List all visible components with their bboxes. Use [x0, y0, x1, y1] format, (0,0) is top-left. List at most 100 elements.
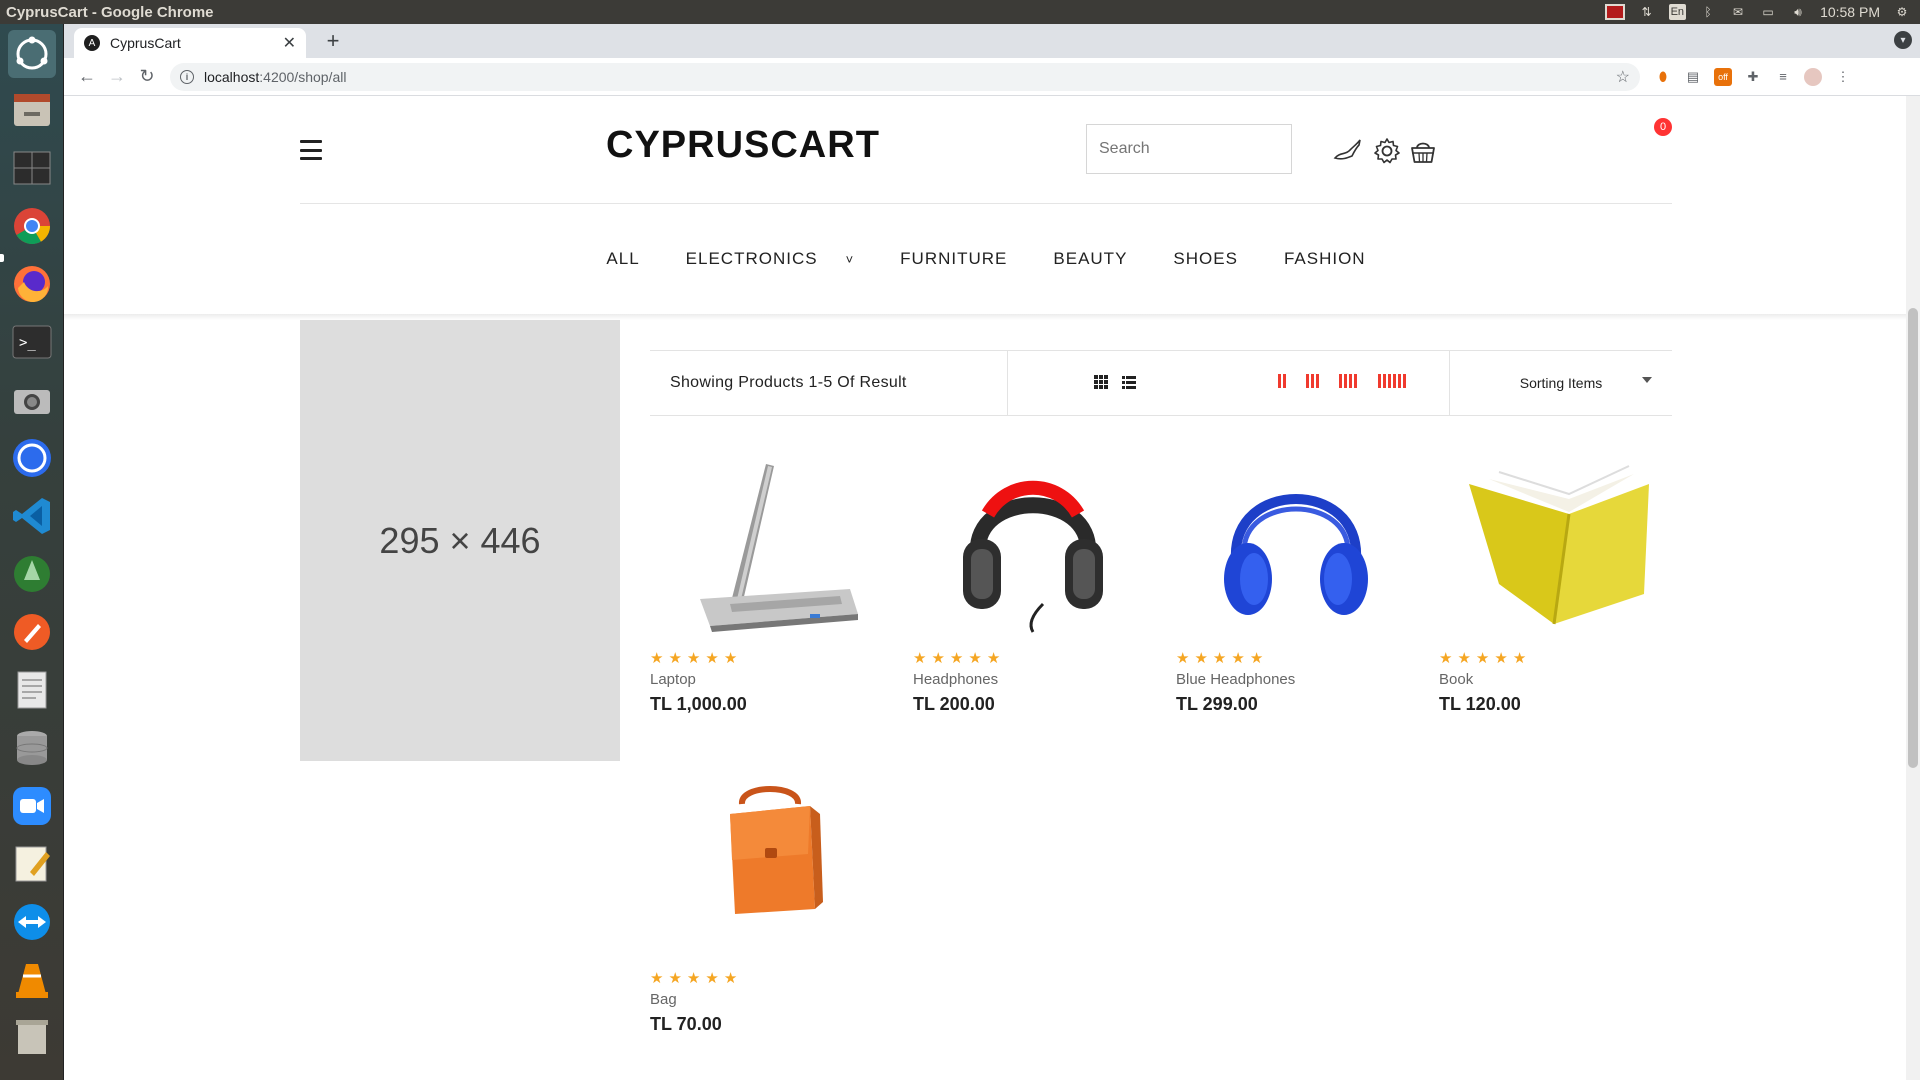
keyboard-layout-indicator[interactable]: En	[1668, 4, 1687, 20]
terminal-app-icon[interactable]: >_	[8, 318, 56, 366]
list-view-icon[interactable]	[1122, 375, 1136, 389]
product-image-blue-headphones[interactable]	[1176, 444, 1416, 644]
nav-label: BEAUTY	[1053, 249, 1128, 268]
dash-home-icon[interactable]	[8, 30, 56, 78]
product-price: TL 299.00	[1176, 694, 1258, 714]
extensions-puzzle-icon[interactable]: ✚	[1744, 68, 1762, 86]
shopping-basket-icon[interactable]	[1408, 136, 1438, 166]
browser-tab-active[interactable]: A CyprusCart ✕	[74, 28, 306, 58]
star-icon: ★	[668, 970, 682, 987]
product-image-headphones[interactable]	[913, 444, 1153, 644]
vlc-app-icon[interactable]	[8, 956, 56, 1004]
chrome-app-icon[interactable]	[8, 202, 56, 250]
extension-shield-icon[interactable]: ⬮	[1654, 68, 1672, 86]
product-name[interactable]: Bag	[650, 991, 890, 1008]
settings-gear-icon[interactable]	[1372, 136, 1402, 166]
product-card[interactable]: ★ ★ ★ ★ ★ Headphones TL 200.00	[913, 444, 1153, 715]
tab-search-icon[interactable]: ▾	[1894, 31, 1912, 49]
new-tab-button[interactable]: +	[320, 28, 346, 54]
teamviewer-app-icon[interactable]	[8, 898, 56, 946]
product-name[interactable]: Book	[1439, 671, 1679, 688]
os-top-panel: CyprusCart - Google Chrome ⇅ En ᛒ ✉ ▭ 🔊︎…	[0, 0, 1920, 24]
six-column-layout-icon[interactable]	[1378, 374, 1406, 388]
product-image-laptop[interactable]	[650, 444, 890, 644]
postman-app-icon[interactable]	[8, 608, 56, 656]
sidebar-banner-placeholder[interactable]: 295 × 446	[300, 320, 620, 761]
product-name[interactable]: Blue Headphones	[1176, 671, 1416, 688]
star-icon: ★	[949, 650, 964, 667]
star-icon: ★	[705, 970, 719, 987]
vscode-app-icon[interactable]	[8, 492, 56, 540]
two-column-layout-icon[interactable]	[1278, 374, 1286, 388]
address-bar[interactable]: i localhost:4200/shop/all ☆	[170, 62, 1640, 91]
star-icon: ★	[723, 650, 738, 667]
three-column-layout-icon[interactable]	[1306, 374, 1319, 388]
bookmark-star-icon[interactable]: ☆	[1616, 67, 1630, 87]
four-column-layout-icon[interactable]	[1339, 374, 1357, 388]
nav-label: ALL	[606, 249, 640, 268]
sort-dropdown[interactable]: Sorting Items	[1450, 351, 1672, 415]
hamburger-menu-icon[interactable]	[300, 140, 322, 160]
product-card[interactable]: ★ ★ ★ ★ ★ Laptop TL 1,000.00	[650, 444, 890, 715]
nav-label: SHOES	[1173, 249, 1238, 268]
site-header: CYPRUSCART 0	[300, 96, 1672, 204]
extensions-area: ⬮ ▤ off ✚ ≡ ⋮	[1654, 67, 1852, 86]
product-card[interactable]: ★ ★ ★ ★ ★ Bag TL 70.00	[650, 764, 890, 1035]
signal-app-icon[interactable]	[8, 434, 56, 482]
sort-label: Sorting Items	[1519, 375, 1603, 391]
zoom-app-icon[interactable]	[8, 782, 56, 830]
nav-item-fashion[interactable]: FASHION	[1261, 249, 1389, 269]
extension-reader-icon[interactable]: ▤	[1684, 68, 1702, 86]
screen-record-icon[interactable]	[1604, 4, 1625, 20]
reload-button[interactable]: ↻	[132, 62, 162, 92]
reading-list-icon[interactable]: ≡	[1774, 68, 1792, 86]
nav-label: FURNITURE	[900, 249, 1008, 268]
site-logo[interactable]: CYPRUSCART	[606, 124, 880, 167]
close-tab-icon[interactable]: ✕	[283, 33, 296, 53]
star-icon: ★	[1249, 650, 1264, 667]
cyprus-map-icon[interactable]	[1332, 136, 1362, 166]
bluetooth-icon[interactable]: ᛒ	[1700, 4, 1716, 20]
forward-button[interactable]: →	[102, 62, 132, 92]
nav-item-shoes[interactable]: SHOES	[1150, 249, 1261, 269]
text-editor-app-icon[interactable]	[8, 840, 56, 888]
search-input[interactable]	[1086, 124, 1292, 174]
product-image-book[interactable]	[1439, 444, 1679, 644]
product-card[interactable]: ★ ★ ★ ★ ★ Book TL 120.00	[1439, 444, 1679, 715]
screenshot-app-icon[interactable]	[8, 376, 56, 424]
power-gear-icon[interactable]: ⚙	[1894, 4, 1910, 20]
nav-item-electronics[interactable]: ELECTRONICS ˅	[663, 249, 878, 269]
product-card[interactable]: ★ ★ ★ ★ ★ Blue Headphones TL 299.00	[1176, 444, 1416, 715]
extension-off-icon[interactable]: off	[1714, 67, 1732, 86]
battery-icon[interactable]: ▭	[1760, 4, 1776, 20]
page-scrollbar[interactable]	[1906, 96, 1920, 1080]
product-image-bag[interactable]	[650, 764, 890, 964]
network-icon[interactable]: ⇅	[1639, 4, 1655, 20]
back-button[interactable]: ←	[72, 62, 102, 92]
category-nav: ALL ELECTRONICS ˅ FURNITURE BEAUTY SHOES …	[300, 204, 1672, 314]
browser-menu-icon[interactable]: ⋮	[1834, 68, 1852, 86]
product-name[interactable]: Laptop	[650, 671, 890, 688]
text-document-app-icon[interactable]	[8, 666, 56, 714]
grid-view-icon[interactable]	[1094, 375, 1108, 389]
robo3t-app-icon[interactable]	[8, 550, 56, 598]
profile-avatar[interactable]	[1804, 67, 1822, 86]
firefox-app-icon[interactable]	[8, 260, 56, 308]
nav-item-furniture[interactable]: FURNITURE	[877, 249, 1030, 269]
database-app-icon[interactable]	[8, 724, 56, 772]
product-name[interactable]: Headphones	[913, 671, 1153, 688]
clock[interactable]: 10:58 PM	[1820, 4, 1880, 20]
nav-item-beauty[interactable]: BEAUTY	[1030, 249, 1150, 269]
workspace-switcher-icon[interactable]	[8, 144, 56, 192]
volume-icon[interactable]: 🔊︎	[1790, 4, 1806, 20]
scrollbar-thumb[interactable]	[1908, 308, 1918, 768]
tab-strip: A CyprusCart ✕ + ▾	[64, 24, 1920, 58]
star-icon: ★	[968, 650, 982, 667]
nav-item-all[interactable]: ALL	[583, 249, 662, 269]
mail-icon[interactable]: ✉	[1730, 4, 1746, 20]
trash-app-icon[interactable]	[8, 1014, 56, 1062]
site-info-icon[interactable]: i	[180, 69, 194, 84]
star-icon: ★	[650, 970, 664, 987]
files-app-icon[interactable]	[8, 86, 56, 134]
chevron-down-icon[interactable]: ˅	[846, 252, 855, 267]
